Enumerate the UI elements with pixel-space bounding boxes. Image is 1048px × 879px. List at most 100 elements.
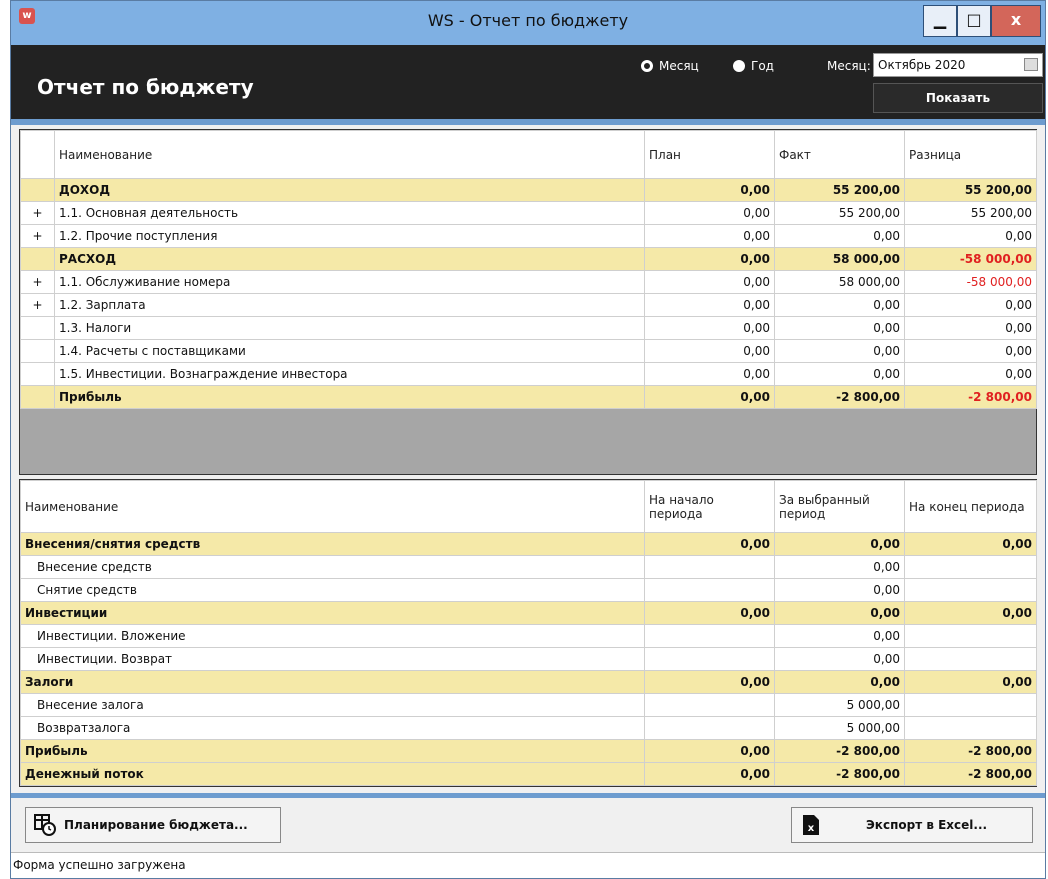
budget-row-fact: 0,00 (774, 339, 905, 363)
cash-row-end (904, 624, 1037, 648)
budget-row-fact: 0,00 (774, 316, 905, 340)
cash-row-start (644, 624, 775, 648)
expander-toggle (20, 385, 55, 409)
cashflow-row[interactable]: Инвестиции. Возврат 0,00 (20, 647, 1037, 671)
budget-row-name: 1.2. Зарплата (54, 293, 645, 317)
cash-row-start: 0,00 (644, 670, 775, 694)
budget-planning-button[interactable]: Планирование бюджета... (25, 807, 281, 843)
budget-row-fact: 0,00 (774, 362, 905, 386)
budget-row[interactable]: Прибыль 0,00 -2 800,00 -2 800,00 (20, 385, 1037, 409)
export-excel-button[interactable]: x Экспорт в Excel... (791, 807, 1033, 843)
expander-toggle[interactable]: + (20, 201, 55, 225)
planning-icon (34, 814, 56, 836)
budget-row-name: 1.2. Прочие поступления (54, 224, 645, 248)
title-bar: w WS - Отчет по бюджету ▁ □ x (11, 1, 1045, 45)
radio-year[interactable]: Год (733, 59, 774, 73)
cash-header-name[interactable]: Наименование (20, 480, 645, 533)
budget-row[interactable]: 1.3. Налоги 0,00 0,00 0,00 (20, 316, 1037, 340)
page-title: Отчет по бюджету (37, 75, 254, 99)
budget-row-diff: 0,00 (904, 293, 1037, 317)
budget-row-plan: 0,00 (644, 224, 775, 248)
cash-header-period[interactable]: За выбранный период (774, 480, 905, 533)
budget-header-plan[interactable]: План (644, 130, 775, 179)
budget-row-fact: 55 200,00 (774, 201, 905, 225)
expander-toggle[interactable]: + (20, 293, 55, 317)
cashflow-grid: Наименование На начало периода За выбран… (19, 479, 1037, 787)
budget-row-name: 1.4. Расчеты с поставщиками (54, 339, 645, 363)
expander-toggle[interactable]: + (20, 270, 55, 294)
budget-header-fact[interactable]: Факт (774, 130, 905, 179)
report-window: w WS - Отчет по бюджету ▁ □ x Отчет по б… (10, 0, 1046, 879)
budget-row-plan: 0,00 (644, 385, 775, 409)
budget-row-plan: 0,00 (644, 339, 775, 363)
budget-header-diff[interactable]: Разница (904, 130, 1037, 179)
month-value: Октябрь 2020 (878, 58, 966, 72)
footer-separator (11, 793, 1045, 798)
show-button[interactable]: Показать (873, 83, 1043, 113)
cash-row-end: 0,00 (904, 532, 1037, 556)
month-picker[interactable]: Октябрь 2020 (873, 53, 1043, 77)
cash-row-end: 0,00 (904, 670, 1037, 694)
cashflow-row[interactable]: Залоги 0,00 0,00 0,00 (20, 670, 1037, 694)
header-separator (11, 119, 1045, 125)
cash-row-start (644, 647, 775, 671)
budget-row-plan: 0,00 (644, 201, 775, 225)
minimize-button[interactable]: ▁ (923, 5, 957, 37)
cash-row-name: Внесение залога (20, 693, 645, 717)
cashflow-row[interactable]: Денежный поток 0,00 -2 800,00 -2 800,00 (20, 762, 1037, 786)
cashflow-row[interactable]: Снятие средств 0,00 (20, 578, 1037, 602)
budget-row-diff: 0,00 (904, 316, 1037, 340)
cash-header-start[interactable]: На начало периода (644, 480, 775, 533)
cash-row-name: Прибыль (20, 739, 645, 763)
cash-row-period: 0,00 (774, 555, 905, 579)
cash-row-period: 0,00 (774, 670, 905, 694)
cash-row-end (904, 693, 1037, 717)
radio-unchecked-icon (733, 60, 745, 72)
radio-month[interactable]: Месяц (641, 59, 699, 73)
radio-year-label: Год (751, 59, 774, 73)
expander-toggle (20, 339, 55, 363)
budget-row-diff: 0,00 (904, 362, 1037, 386)
budget-row-diff: -58 000,00 (904, 270, 1037, 294)
budget-row-fact: 58 000,00 (774, 270, 905, 294)
cash-row-name: Инвестиции (20, 601, 645, 625)
export-excel-label: Экспорт в Excel... (866, 818, 988, 832)
budget-row[interactable]: 1.5. Инвестиции. Вознаграждение инвестор… (20, 362, 1037, 386)
budget-row-plan: 0,00 (644, 362, 775, 386)
expander-toggle[interactable]: + (20, 224, 55, 248)
budget-row-diff: 0,00 (904, 339, 1037, 363)
budget-row[interactable]: РАСХОД 0,00 58 000,00 -58 000,00 (20, 247, 1037, 271)
excel-icon: x (803, 815, 819, 835)
budget-row[interactable]: +1.1. Основная деятельность 0,00 55 200,00… (20, 201, 1037, 225)
cashflow-row[interactable]: Прибыль 0,00 -2 800,00 -2 800,00 (20, 739, 1037, 763)
cashflow-row[interactable]: Инвестиции. Вложение 0,00 (20, 624, 1037, 648)
cash-header-end[interactable]: На конец периода (904, 480, 1037, 533)
cash-row-end (904, 555, 1037, 579)
cashflow-row[interactable]: Возвратзалога 5 000,00 (20, 716, 1037, 740)
budget-table: Наименование План Факт Разница ДОХОД 0,00… (20, 130, 1037, 409)
cashflow-row[interactable]: Инвестиции 0,00 0,00 0,00 (20, 601, 1037, 625)
budget-row[interactable]: ДОХОД 0,00 55 200,00 55 200,00 (20, 178, 1037, 202)
budget-row[interactable]: +1.2. Прочие поступления 0,00 0,00 0,00 (20, 224, 1037, 248)
maximize-button[interactable]: □ (957, 5, 991, 37)
cashflow-row[interactable]: Внесения/снятия средств 0,00 0,00 0,00 (20, 532, 1037, 556)
cash-row-end: 0,00 (904, 601, 1037, 625)
budget-row[interactable]: +1.1. Обслуживание номера 0,00 58 000,00 -5… (20, 270, 1037, 294)
cash-row-start (644, 716, 775, 740)
cash-row-end: -2 800,00 (904, 762, 1037, 786)
cashflow-row[interactable]: Внесение средств 0,00 (20, 555, 1037, 579)
cashflow-row[interactable]: Внесение залога 5 000,00 (20, 693, 1037, 717)
budget-row[interactable]: +1.2. Зарплата 0,00 0,00 0,00 (20, 293, 1037, 317)
budget-row[interactable]: 1.4. Расчеты с поставщиками 0,00 0,00 0,00 (20, 339, 1037, 363)
cash-row-name: Денежный поток (20, 762, 645, 786)
cash-row-end: -2 800,00 (904, 739, 1037, 763)
budget-row-diff: -2 800,00 (904, 385, 1037, 409)
cash-row-period: -2 800,00 (774, 739, 905, 763)
budget-header-name[interactable]: Наименование (54, 130, 645, 179)
budget-row-fact: 55 200,00 (774, 178, 905, 202)
budget-row-plan: 0,00 (644, 270, 775, 294)
cash-row-start (644, 578, 775, 602)
status-bar: Форма успешно загружена (11, 852, 1045, 878)
close-button[interactable]: x (991, 5, 1041, 37)
calendar-icon[interactable] (1024, 58, 1038, 71)
